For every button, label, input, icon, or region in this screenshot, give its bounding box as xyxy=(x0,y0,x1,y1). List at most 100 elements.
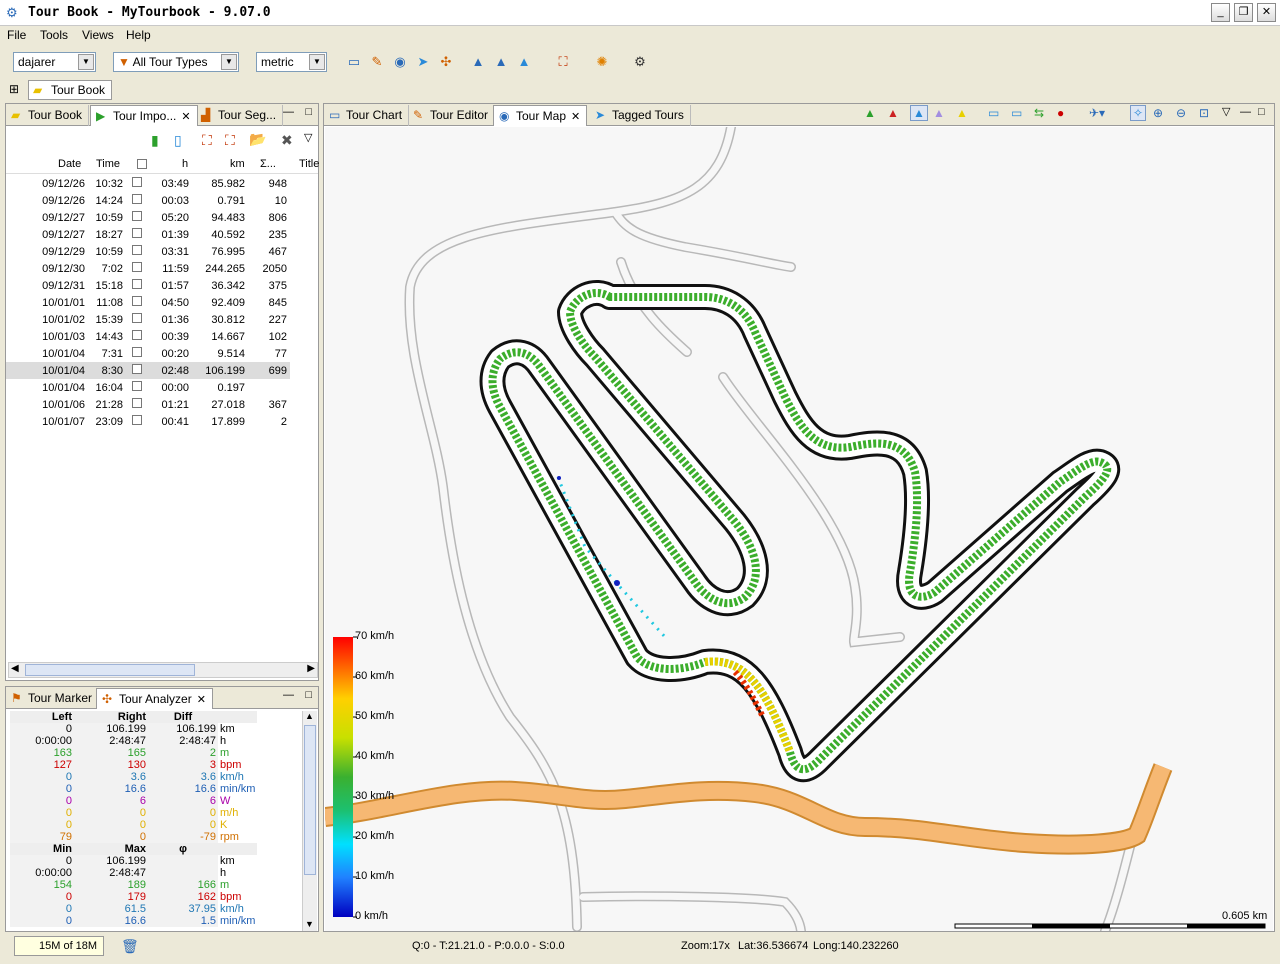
scroll-thumb[interactable] xyxy=(304,725,316,875)
table-row[interactable]: 09/12/29 10:59 03:31 76.995 467 xyxy=(6,243,290,260)
row-checkbox[interactable] xyxy=(132,364,142,374)
altitude-color-icon[interactable]: ▲ xyxy=(864,106,876,120)
altitude-icon[interactable]: ▲ xyxy=(516,54,532,70)
marker-dot-icon[interactable]: ● xyxy=(1057,106,1064,120)
battery-blue-icon[interactable]: ▯ xyxy=(174,132,182,149)
minimize-view-icon[interactable]: — xyxy=(1240,106,1251,118)
close-icon[interactable]: ✕ xyxy=(571,111,580,123)
scroll-left-icon[interactable]: ◀ xyxy=(11,663,19,674)
menu-views[interactable]: Views xyxy=(82,28,114,42)
tab-tour-editor[interactable]: ✎ Tour Editor xyxy=(408,105,496,126)
table-row[interactable]: 09/12/26 10:32 03:49 85.982 948 xyxy=(6,175,290,192)
units-select[interactable]: metric ▼ xyxy=(256,52,327,72)
menu-tools[interactable]: Tools xyxy=(40,28,68,42)
row-checkbox[interactable] xyxy=(132,177,142,187)
row-checkbox[interactable] xyxy=(132,313,142,323)
scroll-thumb[interactable] xyxy=(25,664,195,676)
table-row[interactable]: 10/01/04 16:04 00:00 0.197 xyxy=(6,379,290,396)
vertical-scrollbar[interactable]: ▲ ▼ xyxy=(302,711,317,931)
scroll-down-icon[interactable]: ▼ xyxy=(305,919,314,929)
tab-tour-analyzer[interactable]: ✣ Tour Analyzer ✕ xyxy=(96,688,213,709)
view-menu-icon[interactable]: ▽ xyxy=(304,131,312,144)
tab-tour-segmenter[interactable]: ▟ Tour Seg... xyxy=(196,105,284,126)
close-icon[interactable]: ✕ xyxy=(181,111,190,123)
row-checkbox[interactable] xyxy=(132,194,142,204)
scroll-right-icon[interactable]: ▶ xyxy=(307,663,315,674)
tag-icon[interactable]: ➤ xyxy=(415,54,431,70)
table-row[interactable]: 10/01/02 15:39 01:36 30.812 227 xyxy=(6,311,290,328)
row-checkbox[interactable] xyxy=(132,330,142,340)
battery-green-icon[interactable]: ▮ xyxy=(151,132,159,149)
column-title[interactable]: Title xyxy=(299,158,319,170)
restore-button[interactable]: ❐ xyxy=(1234,3,1253,22)
table-row[interactable]: 09/12/26 14:24 00:03 0.791 10 xyxy=(6,192,290,209)
minimize-view-icon[interactable]: — xyxy=(283,106,294,118)
table-row[interactable]: 09/12/31 15:18 01:57 36.342 375 xyxy=(6,277,290,294)
column-elevation[interactable]: Σ... xyxy=(260,158,276,170)
row-checkbox[interactable] xyxy=(132,262,142,272)
speed-color-icon[interactable]: ▲ xyxy=(910,105,928,121)
open-folder-icon[interactable]: 📂 xyxy=(249,131,266,148)
row-checkbox[interactable] xyxy=(132,415,142,425)
column-time[interactable]: Time xyxy=(96,158,120,170)
close-icon[interactable]: ✕ xyxy=(197,694,206,706)
import-device-2-icon[interactable]: ⛶ xyxy=(225,132,235,149)
row-checkbox[interactable] xyxy=(132,347,142,357)
pulse-color-icon[interactable]: ▲ xyxy=(887,106,899,120)
row-checkbox[interactable] xyxy=(132,211,142,221)
import-device-icon[interactable]: ⛶ xyxy=(202,132,212,149)
maximize-view-icon[interactable]: □ xyxy=(305,106,312,118)
preferences-icon[interactable]: ⚙ xyxy=(632,54,648,70)
show-slider-icon[interactable]: ▭ xyxy=(1011,106,1022,120)
show-tour-icon[interactable]: ▭ xyxy=(988,106,999,120)
table-row[interactable]: 10/01/06 21:28 01:21 27.018 367 xyxy=(6,396,290,413)
table-row[interactable]: 10/01/04 7:31 00:20 9.514 77 xyxy=(6,345,290,362)
row-checkbox[interactable] xyxy=(132,245,142,255)
clear-view-icon[interactable]: ✖ xyxy=(281,132,293,149)
pace-color-icon[interactable]: ▲ xyxy=(933,106,945,120)
table-row[interactable]: 10/01/03 14:43 00:39 14.667 102 xyxy=(6,328,290,345)
zoom-out-icon[interactable]: ⊖ xyxy=(1176,106,1186,120)
map-provider-icon[interactable]: ✈▾ xyxy=(1089,106,1105,120)
tab-tour-book[interactable]: ▰ Tour Book xyxy=(6,105,90,126)
row-checkbox[interactable] xyxy=(132,398,142,408)
menu-help[interactable]: Help xyxy=(126,28,151,42)
table-row[interactable]: 09/12/30 7:02 11:59 244.265 2050 xyxy=(6,260,290,277)
sync-icon[interactable]: ✺ xyxy=(594,54,610,70)
tour-type-select[interactable]: ▼ All Tour Types ▼ xyxy=(113,52,239,72)
menu-file[interactable]: File xyxy=(7,28,26,42)
row-checkbox[interactable] xyxy=(132,381,142,391)
column-hours[interactable]: h xyxy=(182,158,188,170)
person-select[interactable]: dajarer ▼ xyxy=(13,52,96,72)
statistics-icon[interactable]: ▲ xyxy=(470,54,486,70)
map-canvas[interactable]: 70 km/h 60 km/h 50 km/h 40 km/h 30 km/h … xyxy=(325,127,1273,931)
row-checkbox[interactable] xyxy=(132,296,142,306)
row-checkbox[interactable] xyxy=(132,279,142,289)
tab-tour-map[interactable]: ◉ Tour Map ✕ xyxy=(493,105,588,126)
table-row[interactable]: 10/01/01 11:08 04:50 92.409 845 xyxy=(6,294,290,311)
maximize-view-icon[interactable]: □ xyxy=(305,689,312,701)
column-date[interactable]: Date xyxy=(58,158,81,170)
tab-tour-import[interactable]: ▶ Tour Impo... ✕ xyxy=(90,105,198,126)
zoom-fit-icon[interactable]: ⊡ xyxy=(1199,106,1209,120)
table-row[interactable]: 10/01/04 8:30 02:48 106.199 699 xyxy=(6,362,290,379)
row-checkbox[interactable] xyxy=(132,228,142,238)
tab-tour-chart[interactable]: ▭ Tour Chart xyxy=(324,105,410,126)
minimize-view-icon[interactable]: — xyxy=(283,689,294,701)
close-window-button[interactable]: ✕ xyxy=(1257,3,1276,22)
zoom-in-icon[interactable]: ⊕ xyxy=(1153,106,1163,120)
open-perspective-icon[interactable]: ⊞ xyxy=(9,82,19,96)
trash-icon[interactable]: 🗑 xyxy=(121,938,139,955)
tour-chart-icon[interactable]: ▭ xyxy=(346,54,362,70)
perspective-tour-book[interactable]: ▰ Tour Book xyxy=(28,80,113,100)
table-row[interactable]: 09/12/27 10:59 05:20 94.483 806 xyxy=(6,209,290,226)
horizontal-scrollbar[interactable]: ◀ ▶ xyxy=(8,662,318,678)
sync-slider-icon[interactable]: ⇆ xyxy=(1034,106,1044,120)
view-menu-icon[interactable]: ▽ xyxy=(1222,105,1230,118)
tab-tour-marker[interactable]: ⚑ Tour Marker xyxy=(6,688,100,709)
center-map-icon[interactable]: ✧ xyxy=(1130,105,1147,121)
tab-tagged-tours[interactable]: ➤ Tagged Tours xyxy=(590,105,691,126)
gradient-color-icon[interactable]: ▲ xyxy=(956,106,968,120)
compare-icon[interactable]: ▲ xyxy=(493,54,509,70)
column-km[interactable]: km xyxy=(230,158,245,170)
